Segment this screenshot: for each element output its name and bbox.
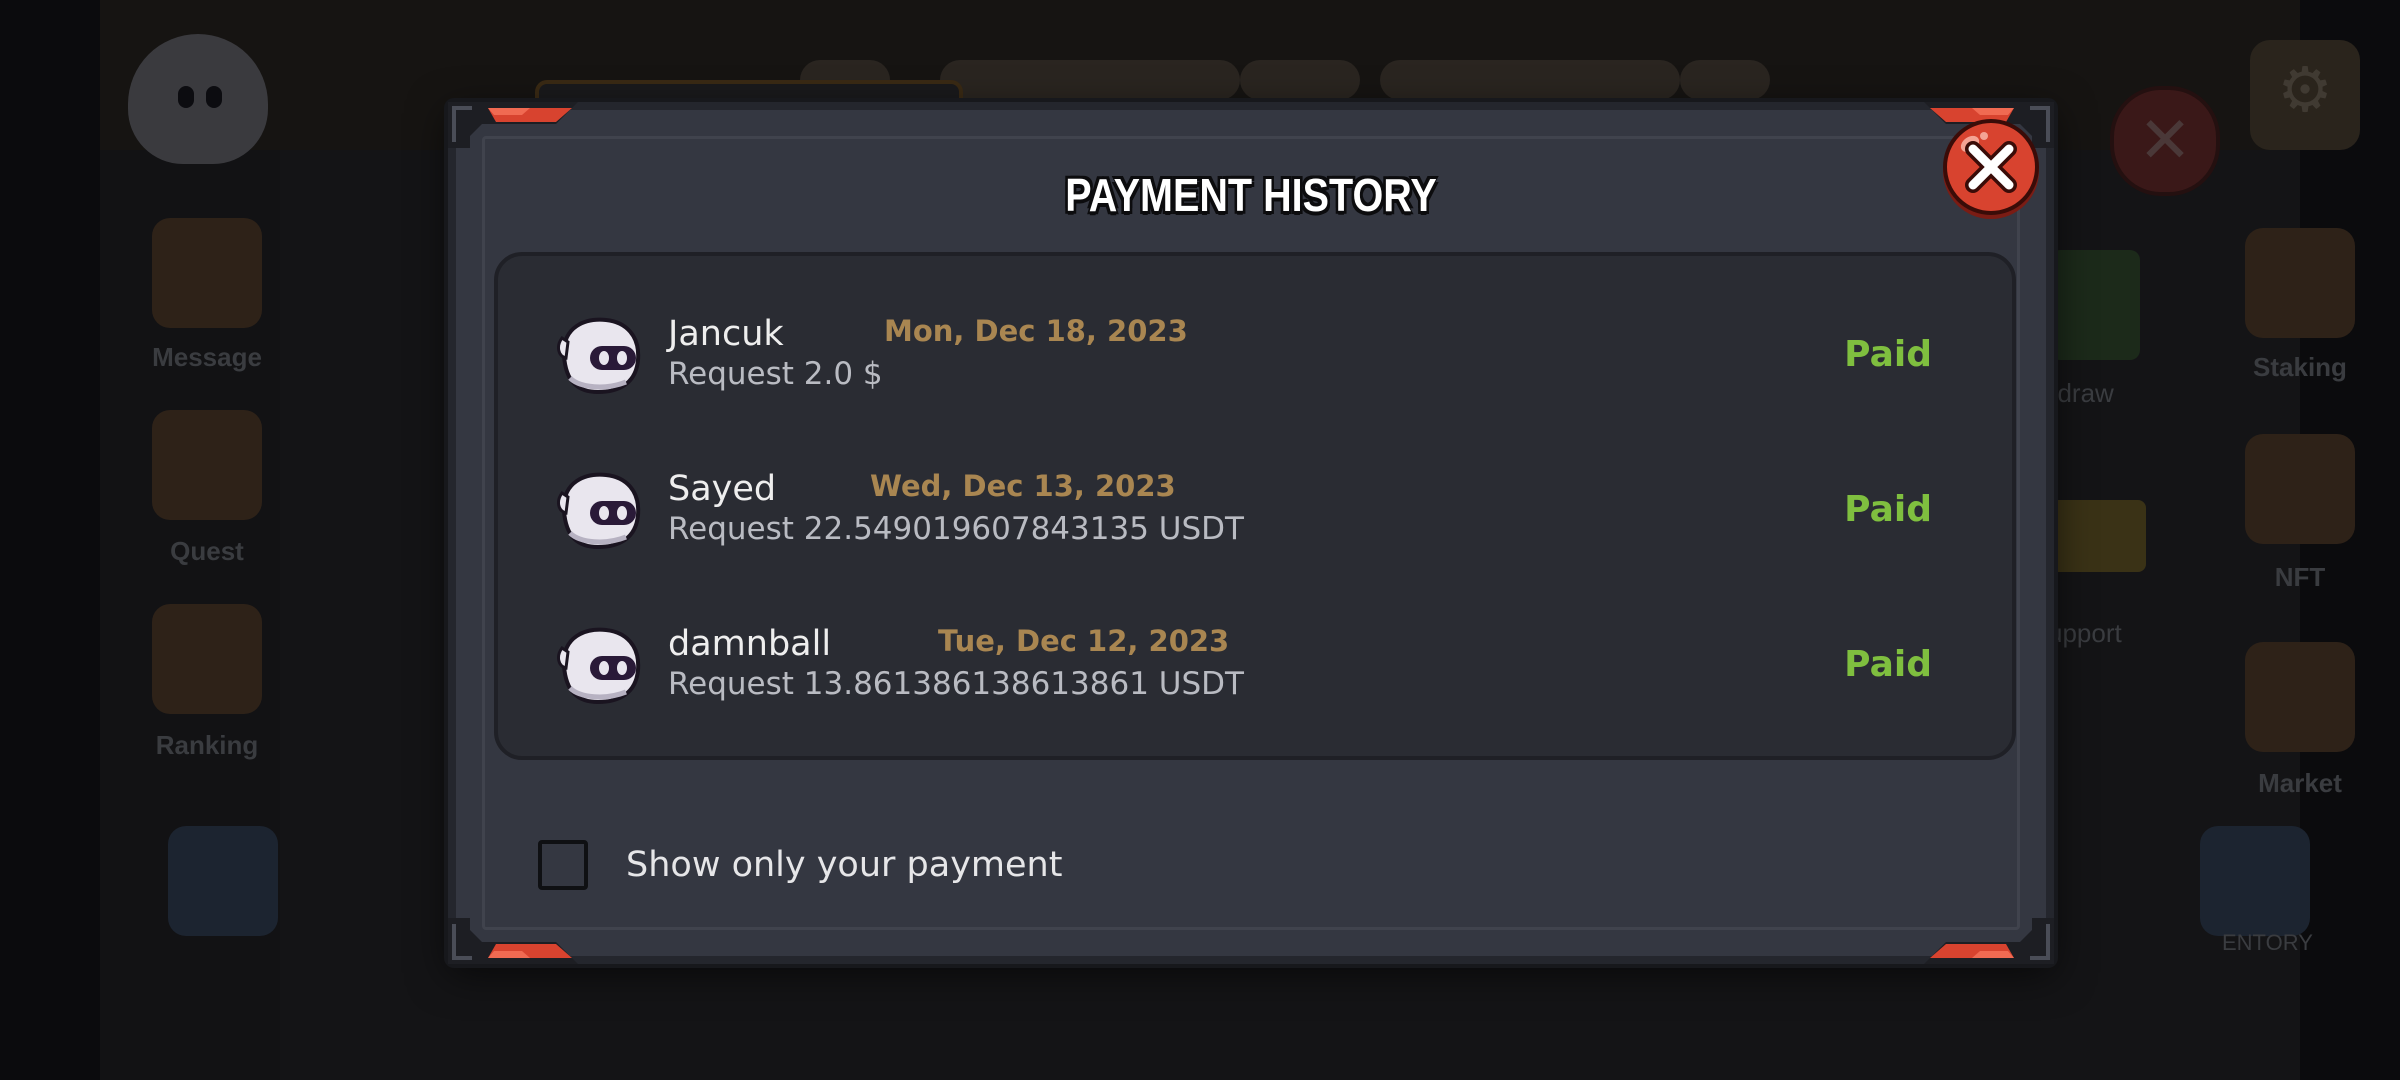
gear-icon: ⚙ (2277, 53, 2333, 126)
background-withdraw-label: ithdraw (2030, 378, 2114, 408)
background-withdraw-tile (2050, 250, 2140, 360)
payment-request-amount: Request 13.861386138613861 USDT (668, 666, 1244, 702)
payment-request-amount: Request 2.0 $ (668, 356, 883, 392)
show-only-mine-label[interactable]: Show only your payment (626, 840, 1062, 890)
background-avatar-eye (206, 86, 222, 108)
payment-row: Sayed Wed, Dec 13, 2023 Request 22.54901… (498, 451, 2012, 571)
payment-user-name: Sayed (668, 469, 777, 509)
user-avatar-icon (556, 471, 642, 551)
show-only-mine-checkbox[interactable] (538, 840, 588, 890)
background-ranking-tile (152, 604, 262, 714)
background-avatar-eye (178, 86, 194, 108)
payment-list: Jancuk Mon, Dec 18, 2023 Request 2.0 $ P… (494, 252, 2016, 760)
user-avatar-icon (556, 316, 642, 396)
background-market-label: Market (2258, 768, 2342, 798)
corner-ornament (448, 102, 578, 148)
background-inventory-label: ENTORY (2222, 930, 2313, 955)
background-resource-pill (1240, 60, 1360, 100)
user-avatar-icon (556, 626, 642, 706)
background-support-label: upport (2048, 618, 2122, 648)
background-resource-pill (940, 60, 1240, 100)
background-staking-label: Staking (2253, 352, 2347, 382)
payment-user-name: Jancuk (668, 314, 784, 354)
background-resource-pill (1680, 60, 1770, 100)
payment-row: Jancuk Mon, Dec 18, 2023 Request 2.0 $ P… (498, 296, 2012, 416)
background-market-tile (2245, 642, 2355, 752)
background-message-label: Message (152, 342, 262, 372)
corner-ornament (448, 918, 578, 964)
background-support-tile (2040, 500, 2146, 572)
payment-date: Mon, Dec 18, 2023 (884, 314, 1188, 348)
background-quest-tile (152, 410, 262, 520)
payment-request-amount: Request 22.549019607843135 USDT (668, 511, 1244, 547)
background-ranking-label: Ranking (155, 730, 259, 760)
payment-user-name: damnball (668, 624, 832, 664)
modal-title: PAYMENT HISTORY (1065, 169, 1437, 221)
payment-date: Tue, Dec 12, 2023 (938, 624, 1230, 658)
background-inventory-tile (2200, 826, 2310, 936)
corner-ornament (1924, 918, 2054, 964)
payment-status: Paid (1844, 644, 1932, 685)
payment-status: Paid (1844, 489, 1932, 530)
close-x-icon (1943, 119, 2039, 219)
payment-history-modal: PAYMENT HISTORY Jancuk Mon, Dec 18, 2023… (448, 102, 2054, 964)
background-nft-tile (2245, 434, 2355, 544)
background-quest-label: Quest (170, 536, 244, 566)
close-x-icon: ✕ (2138, 104, 2192, 178)
payment-status: Paid (1844, 334, 1932, 375)
game-screen: Message Quest Ranking Staking NFT Market… (0, 0, 2400, 1080)
background-resource-pill (1380, 60, 1680, 100)
background-nft-label: NFT (2274, 562, 2326, 592)
payment-date: Wed, Dec 13, 2023 (870, 469, 1176, 503)
payment-row: damnball Tue, Dec 12, 2023 Request 13.86… (498, 606, 2012, 726)
background-message-tile (152, 218, 262, 328)
background-staking-tile (2245, 228, 2355, 338)
background-book-tile (168, 826, 278, 936)
close-button[interactable] (1940, 118, 2042, 220)
background-player-avatar (128, 34, 268, 164)
